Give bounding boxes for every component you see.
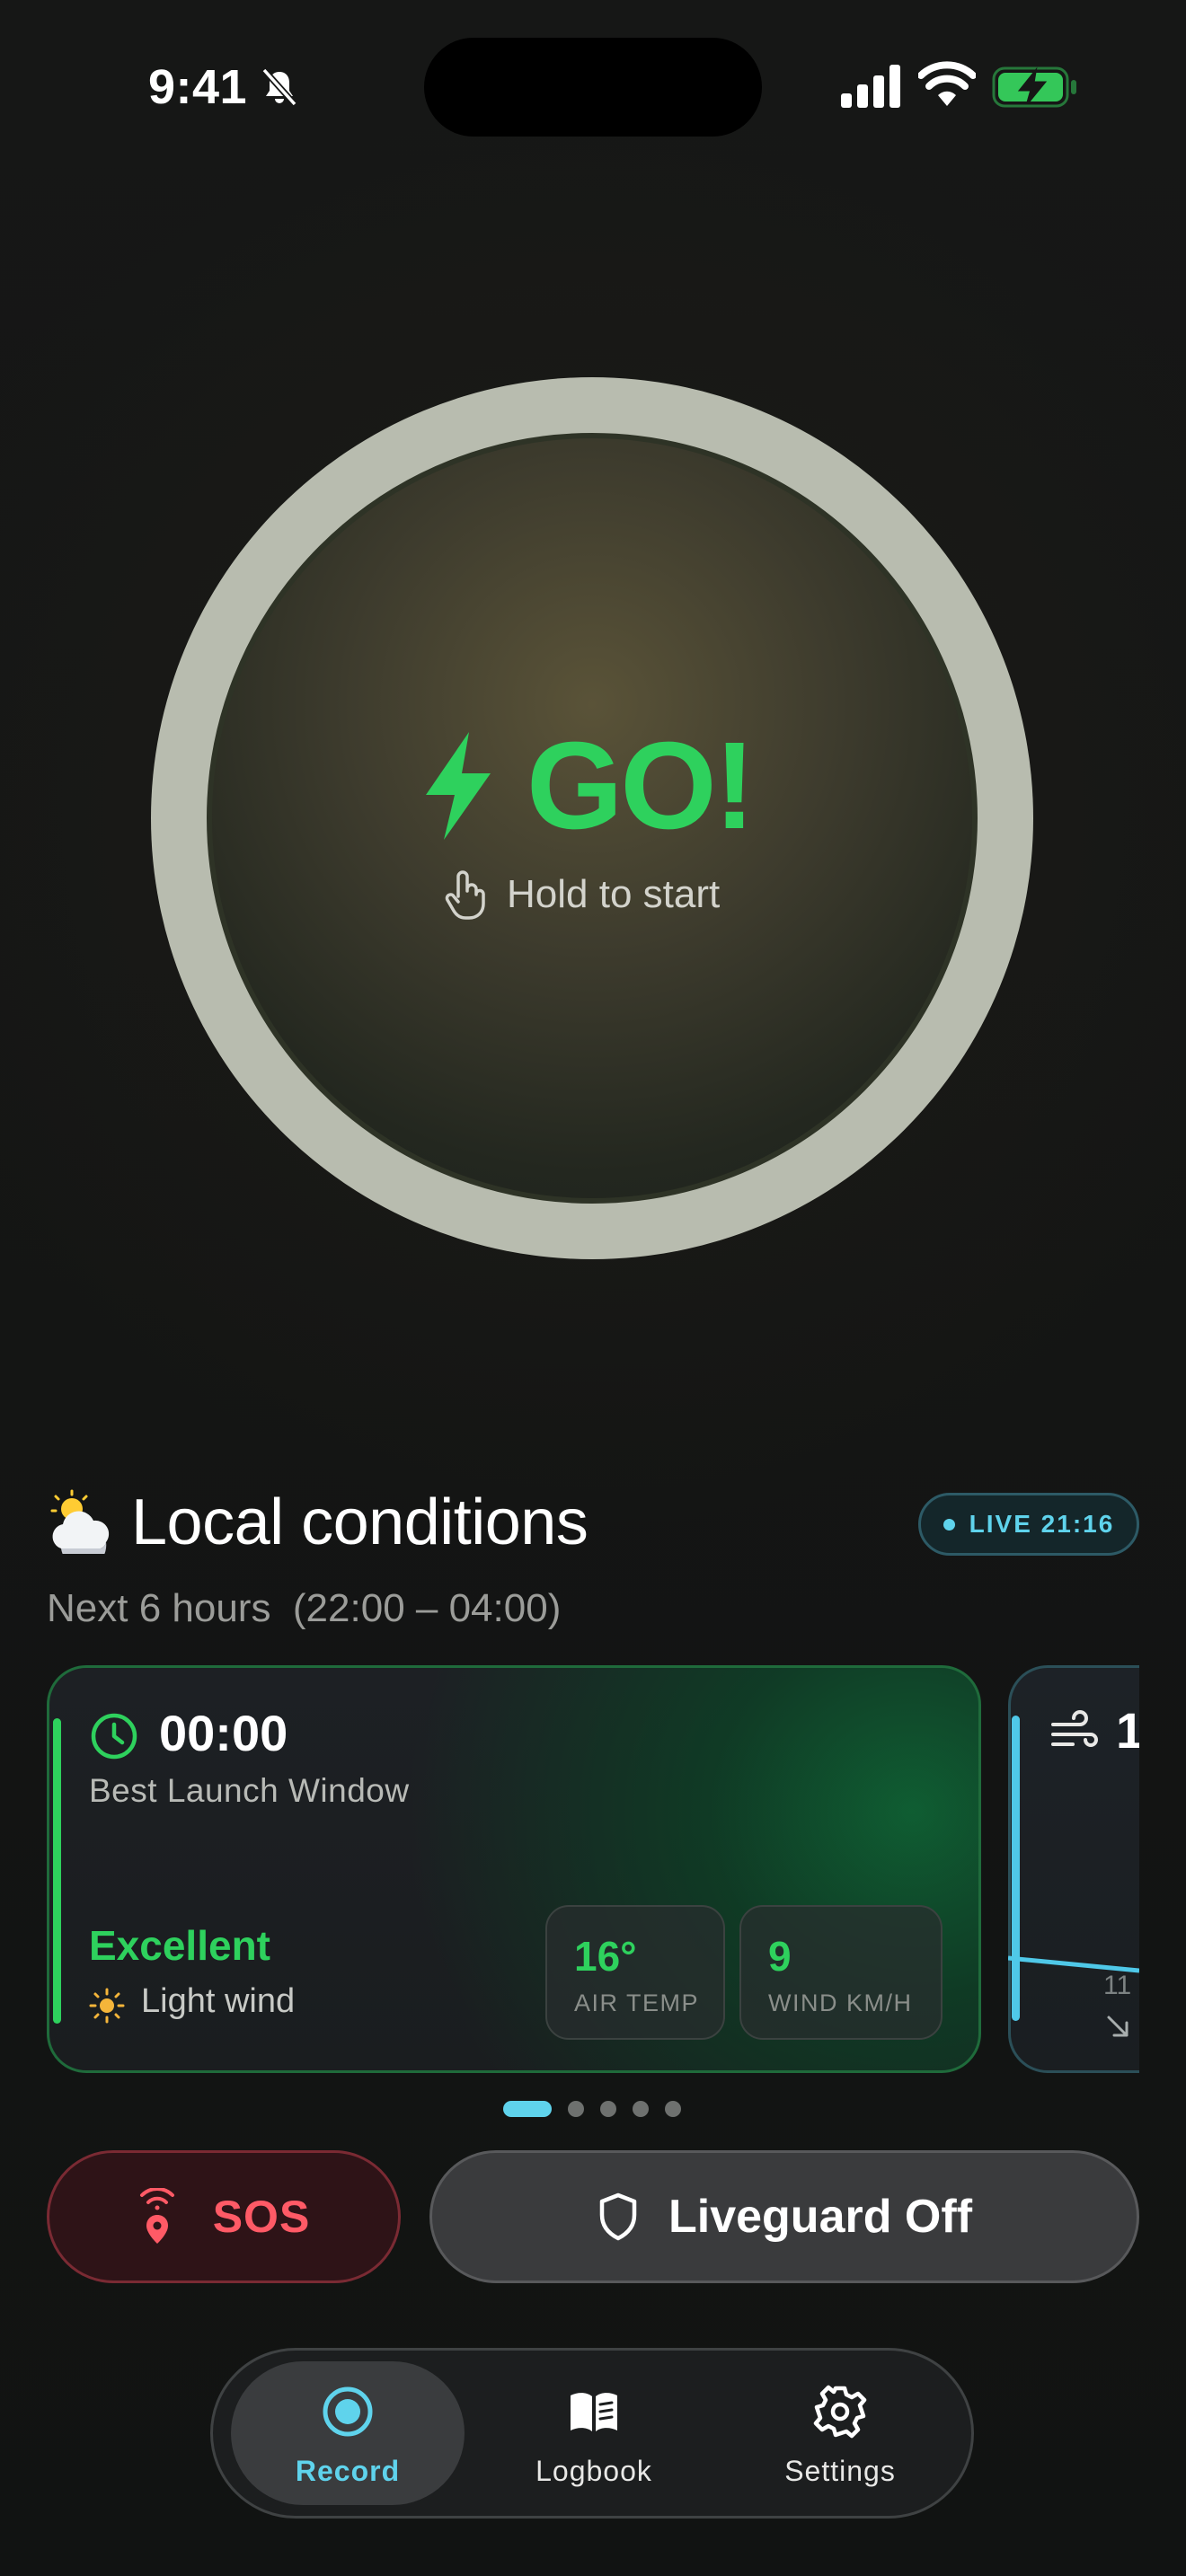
tab-settings-label: Settings bbox=[784, 2455, 896, 2487]
sun-behind-cloud-icon bbox=[50, 1489, 110, 1554]
air-temp-stat: 16° AIR TEMP bbox=[545, 1905, 725, 2040]
book-icon bbox=[571, 2393, 617, 2431]
wifi-icon bbox=[918, 61, 976, 106]
live-badge: LIVE 21:16 bbox=[918, 1493, 1139, 1556]
tab-record-label: Record bbox=[295, 2455, 401, 2487]
card-label: Best Launch Window bbox=[89, 1772, 410, 1809]
conditions-title: Local conditions bbox=[131, 1486, 589, 1558]
location-broadcast-icon bbox=[139, 2188, 174, 2244]
card-page-indicator[interactable] bbox=[503, 2100, 697, 2118]
forecast-card-best-window[interactable]: 00:00 Best Launch Window Excellent Light… bbox=[47, 1665, 981, 2073]
wind-chart-tick: 11 bbox=[1103, 1971, 1132, 2000]
card-accent-bar bbox=[53, 1718, 61, 2024]
wind-card-value: 1 bbox=[1116, 1702, 1139, 1759]
card-time: 00:00 bbox=[159, 1705, 288, 1761]
go-label: GO! bbox=[527, 717, 756, 855]
live-dot-icon bbox=[943, 1518, 955, 1531]
liveguard-label: Liveguard Off bbox=[668, 2191, 973, 2243]
dynamic-island bbox=[424, 38, 762, 137]
wind-speed-value: 9 bbox=[768, 1933, 792, 1980]
hold-hint: Hold to start bbox=[442, 869, 720, 920]
hand-tap-icon bbox=[445, 870, 485, 920]
hold-to-start-text: Hold to start bbox=[507, 872, 721, 916]
arrow-down-right-icon bbox=[1107, 2016, 1128, 2037]
record-screen: 9:41 GO! Hold to start Local conditions … bbox=[0, 0, 1186, 2576]
clock-icon bbox=[91, 1713, 137, 1760]
sos-label: SOS bbox=[212, 2192, 311, 2242]
tab-settings[interactable]: Settings bbox=[723, 2361, 957, 2505]
card-wind-description: Light wind bbox=[141, 1982, 296, 2020]
liveguard-toggle-button[interactable]: Liveguard Off bbox=[429, 2150, 1139, 2283]
cellular-signal-icon bbox=[841, 65, 900, 108]
bell-slash-icon bbox=[261, 67, 297, 107]
wind-speed-stat: 9 WIND KM/H bbox=[739, 1905, 943, 2040]
page-dot[interactable] bbox=[600, 2101, 616, 2117]
live-badge-text: LIVE 21:16 bbox=[969, 1510, 1115, 1538]
shield-icon bbox=[599, 2192, 637, 2241]
status-time: 9:41 bbox=[148, 60, 248, 114]
gear-icon bbox=[813, 2385, 867, 2439]
air-temp-value: 16° bbox=[574, 1933, 637, 1980]
tab-record[interactable]: Record bbox=[231, 2361, 465, 2505]
record-icon bbox=[323, 2386, 373, 2437]
lightning-bolt-icon bbox=[426, 732, 491, 840]
go-button-title: GO! bbox=[422, 717, 756, 855]
tab-logbook[interactable]: Logbook bbox=[477, 2361, 711, 2505]
page-dot[interactable] bbox=[633, 2101, 649, 2117]
wind-icon bbox=[1051, 1710, 1098, 1747]
forecast-card-wind[interactable]: 1 11 bbox=[1008, 1665, 1139, 2078]
page-dot[interactable] bbox=[665, 2101, 681, 2117]
page-dot[interactable] bbox=[503, 2101, 552, 2117]
air-temp-label: AIR TEMP bbox=[574, 1989, 700, 2016]
wind-speed-label: WIND KM/H bbox=[768, 1989, 913, 2016]
tab-bar: Record Logbook Settings bbox=[210, 2348, 974, 2519]
battery-charging-icon bbox=[992, 66, 1076, 108]
tab-logbook-label: Logbook bbox=[535, 2455, 652, 2487]
sos-button[interactable]: SOS bbox=[47, 2150, 401, 2283]
page-dot[interactable] bbox=[568, 2101, 584, 2117]
conditions-subtitle: Next 6 hours (22:00 – 04:00) bbox=[47, 1586, 562, 1630]
card-rating: Excellent bbox=[89, 1922, 270, 1969]
sun-icon bbox=[89, 1988, 125, 2024]
